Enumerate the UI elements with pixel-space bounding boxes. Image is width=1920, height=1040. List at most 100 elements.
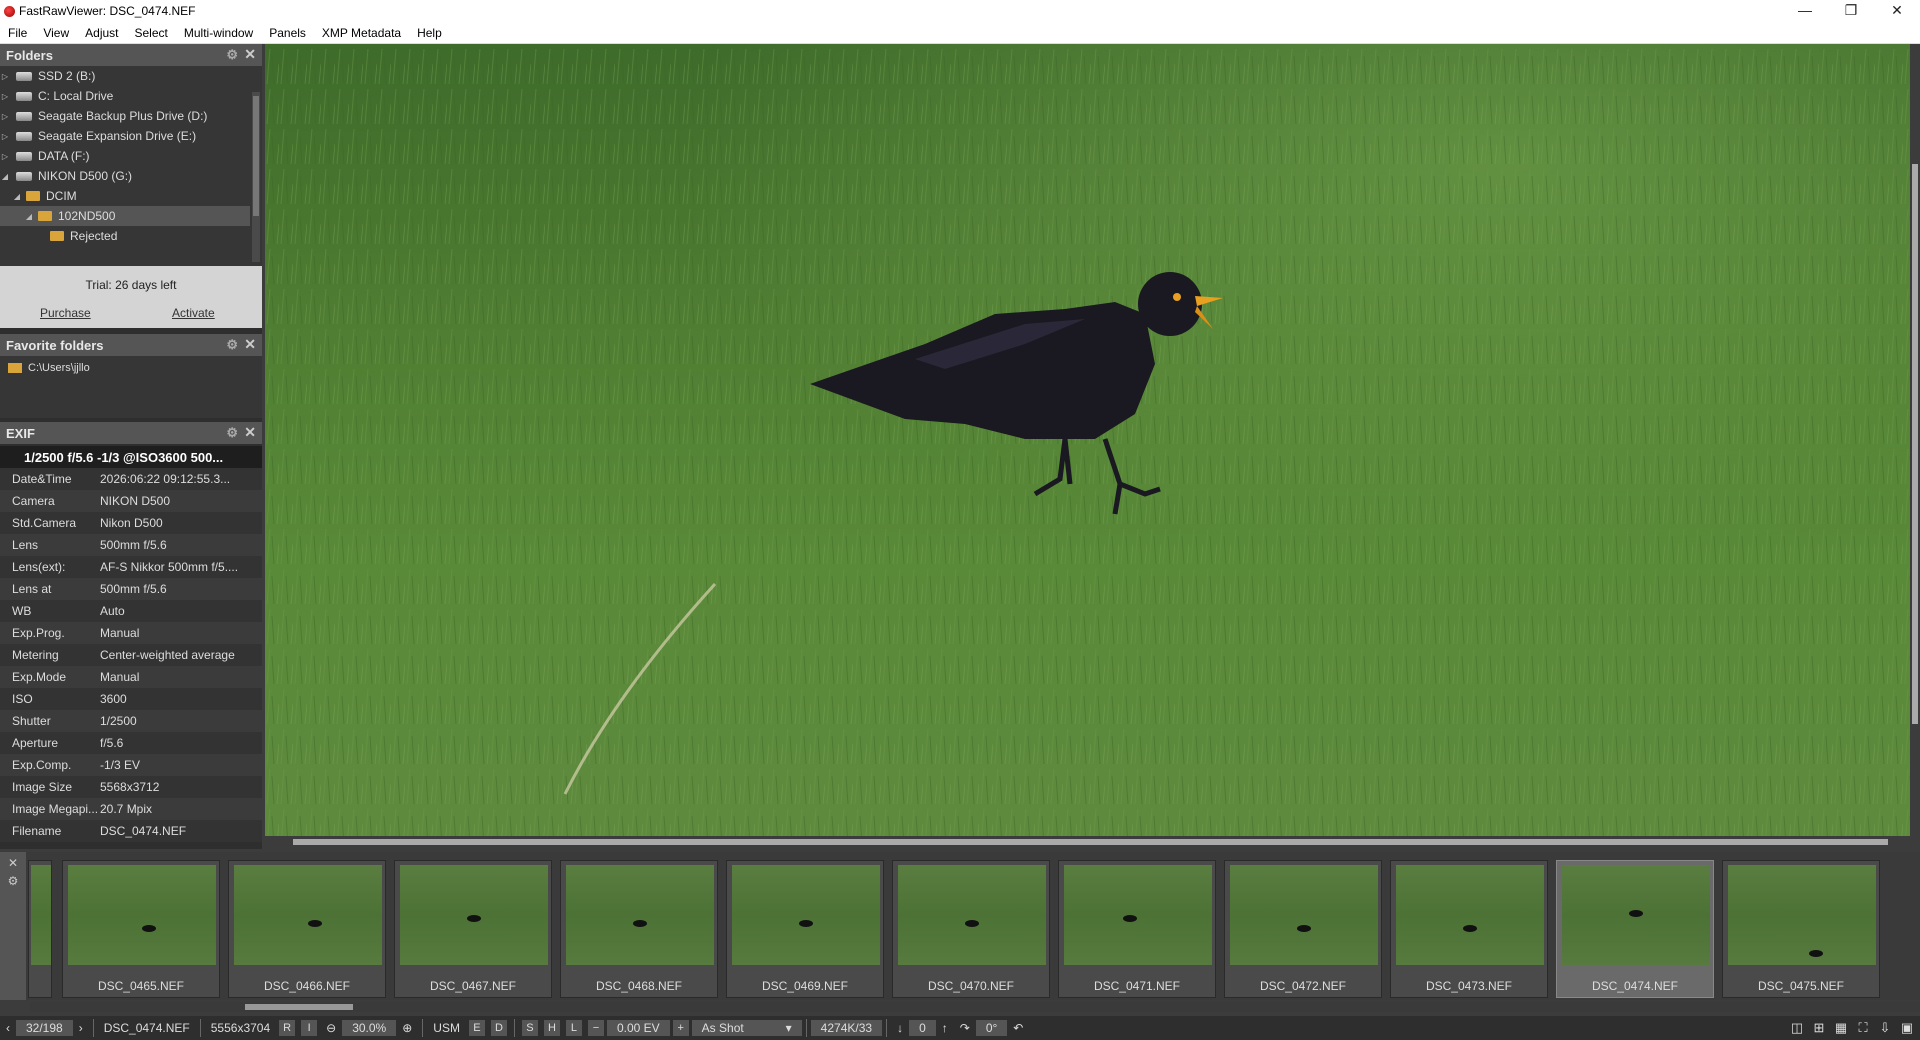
rotate-left-icon[interactable]: ↶ xyxy=(1007,1019,1029,1037)
thumbnail[interactable]: DSC_0470.NEF xyxy=(892,860,1050,998)
folder-tree-scrollbar[interactable] xyxy=(252,92,260,262)
panel-toggle-icon[interactable]: ▣ xyxy=(1896,1020,1918,1036)
layout-grid-icon[interactable]: ⊞ xyxy=(1808,1020,1830,1036)
file-position[interactable]: 32/198 xyxy=(16,1020,73,1036)
usm-button[interactable]: USM xyxy=(427,1019,466,1037)
expand-arrow-icon[interactable]: ▷ xyxy=(0,152,10,161)
next-arrow-icon[interactable]: › xyxy=(73,1019,89,1037)
folder-tree-item[interactable]: ◢ DCIM xyxy=(0,186,250,206)
rotate-right-icon[interactable]: ↷ xyxy=(954,1019,976,1037)
folder-tree-item[interactable]: ◢ 102ND500 xyxy=(0,206,250,226)
exposure-value[interactable]: 0.00 EV xyxy=(606,1020,670,1036)
menu-file[interactable]: File xyxy=(0,26,35,40)
exif-value: DSC_0474.NEF xyxy=(100,824,187,838)
thumbnail[interactable]: DSC_0471.NEF xyxy=(1058,860,1216,998)
separator xyxy=(92,1019,94,1037)
menu-multi-window[interactable]: Multi-window xyxy=(176,26,261,40)
viewer-vertical-scrollbar[interactable] xyxy=(1910,44,1920,836)
folder-tree-label: SSD 2 (B:) xyxy=(38,69,96,83)
l-button[interactable]: L xyxy=(565,1020,582,1036)
gear-icon[interactable]: ⚙ xyxy=(226,425,238,441)
export-icon[interactable]: ⇩ xyxy=(1874,1020,1896,1036)
folder-tree-item[interactable]: Rejected xyxy=(0,226,250,246)
expand-arrow-icon[interactable]: ▷ xyxy=(0,112,10,121)
s-button[interactable]: S xyxy=(521,1020,538,1036)
folder-tree-item[interactable]: ◢ NIKON D500 (G:) xyxy=(0,166,250,186)
menu-xmp-metadata[interactable]: XMP Metadata xyxy=(314,26,409,40)
folder-tree-item[interactable]: ▷ DATA (F:) xyxy=(0,146,250,166)
favorite-item[interactable]: C:\Users\jjllo xyxy=(8,362,90,374)
folder-tree-item[interactable]: ▷ C: Local Drive xyxy=(0,86,250,106)
menu-panels[interactable]: Panels xyxy=(261,26,314,40)
thumbnail[interactable]: DSC_0475.NEF xyxy=(1722,860,1880,998)
close-icon[interactable]: ✕ xyxy=(0,856,26,870)
gear-icon[interactable]: ⚙ xyxy=(226,47,238,63)
arrow-down-icon[interactable]: ↓ xyxy=(891,1019,909,1037)
expand-arrow-icon[interactable]: ▷ xyxy=(0,72,10,81)
r-button[interactable]: R xyxy=(279,1020,296,1036)
wb-select[interactable]: As Shot ▾ xyxy=(691,1020,802,1036)
activate-link[interactable]: Activate xyxy=(172,306,215,320)
status-bar: ‹ 32/198 › DSC_0474.NEF 5556x3704 R I ⊖ … xyxy=(0,1016,1920,1040)
title-bar: FastRawViewer: DSC_0474.NEF — ❐ ✕ xyxy=(0,0,1920,22)
h-button[interactable]: H xyxy=(543,1020,560,1036)
expand-arrow-icon[interactable]: ▷ xyxy=(0,132,10,141)
menu-select[interactable]: Select xyxy=(127,26,176,40)
viewer-horizontal-scrollbar[interactable] xyxy=(265,836,1910,848)
purchase-link[interactable]: Purchase xyxy=(40,306,91,320)
zoom-out-icon[interactable]: ⊖ xyxy=(320,1019,342,1037)
gear-icon[interactable]: ⚙ xyxy=(226,337,238,353)
prev-arrow-icon[interactable]: ‹ xyxy=(0,1019,16,1037)
layout-single-icon[interactable]: ◫ xyxy=(1786,1020,1808,1036)
image-viewer[interactable] xyxy=(265,44,1910,836)
trial-box: Trial: 26 days left Purchase Activate xyxy=(0,266,262,328)
folder-tree-item[interactable]: ▷ SSD 2 (B:) xyxy=(0,66,250,86)
folder-tree-item[interactable]: ▷ Seagate Expansion Drive (E:) xyxy=(0,126,250,146)
i-button[interactable]: I xyxy=(301,1020,318,1036)
exif-row: Exp.Prog. Manual xyxy=(0,622,262,644)
ev-minus-icon[interactable]: − xyxy=(587,1020,604,1036)
layout-thumbs-icon[interactable]: ▦ xyxy=(1830,1020,1852,1036)
gear-icon[interactable]: ⚙ xyxy=(0,874,26,888)
exif-key: Exp.Prog. xyxy=(12,626,65,640)
exif-value: 500mm f/5.6 xyxy=(100,582,167,596)
fullscreen-icon[interactable]: ⛶ xyxy=(1852,1020,1874,1036)
thumbnail[interactable]: DSC_0469.NEF xyxy=(726,860,884,998)
close-icon[interactable]: ✕ xyxy=(244,336,256,353)
filmstrip-scrollbar[interactable] xyxy=(30,1002,1920,1012)
exif-value: Auto xyxy=(100,604,125,618)
thumbnail[interactable]: DSC_0473.NEF xyxy=(1390,860,1548,998)
close-icon[interactable]: ✕ xyxy=(244,46,256,63)
separator xyxy=(199,1019,201,1037)
thumbnail[interactable]: DSC_0472.NEF xyxy=(1224,860,1382,998)
arrow-up-icon[interactable]: ↑ xyxy=(936,1019,954,1037)
exif-value: Nikon D500 xyxy=(100,516,163,530)
expand-arrow-icon[interactable]: ▷ xyxy=(0,92,10,101)
expand-arrow-icon[interactable]: ◢ xyxy=(12,192,22,201)
d-button[interactable]: D xyxy=(490,1020,507,1036)
menu-adjust[interactable]: Adjust xyxy=(77,26,126,40)
menu-help[interactable]: Help xyxy=(409,26,450,40)
thumbnail[interactable]: DSC_0474.NEF xyxy=(1556,860,1714,998)
maximize-button[interactable]: ❐ xyxy=(1828,0,1874,22)
thumbnail[interactable]: DSC_0468.NEF xyxy=(560,860,718,998)
app-icon xyxy=(4,5,15,17)
e-button[interactable]: E xyxy=(468,1020,485,1036)
zoom-in-icon[interactable]: ⊕ xyxy=(396,1019,418,1037)
rating-value[interactable]: 0 xyxy=(909,1020,936,1036)
expand-arrow-icon[interactable]: ◢ xyxy=(0,172,10,181)
folder-tree-item[interactable]: ▷ Seagate Backup Plus Drive (D:) xyxy=(0,106,250,126)
thumbnail[interactable]: DSC_0465.NEF xyxy=(62,860,220,998)
close-button[interactable]: ✕ xyxy=(1874,0,1920,22)
thumbnail-partial[interactable] xyxy=(28,860,52,998)
thumbnail[interactable]: DSC_0466.NEF xyxy=(228,860,386,998)
zoom-level[interactable]: 30.0% xyxy=(342,1020,397,1036)
ev-plus-icon[interactable]: + xyxy=(672,1020,689,1036)
minimize-button[interactable]: — xyxy=(1782,0,1828,22)
close-icon[interactable]: ✕ xyxy=(244,424,256,441)
thumbnail[interactable]: DSC_0467.NEF xyxy=(394,860,552,998)
menu-view[interactable]: View xyxy=(35,26,77,40)
rotation-value[interactable]: 0° xyxy=(975,1020,1008,1036)
expand-arrow-icon[interactable]: ◢ xyxy=(24,212,34,221)
bird-silhouette xyxy=(1628,910,1643,917)
